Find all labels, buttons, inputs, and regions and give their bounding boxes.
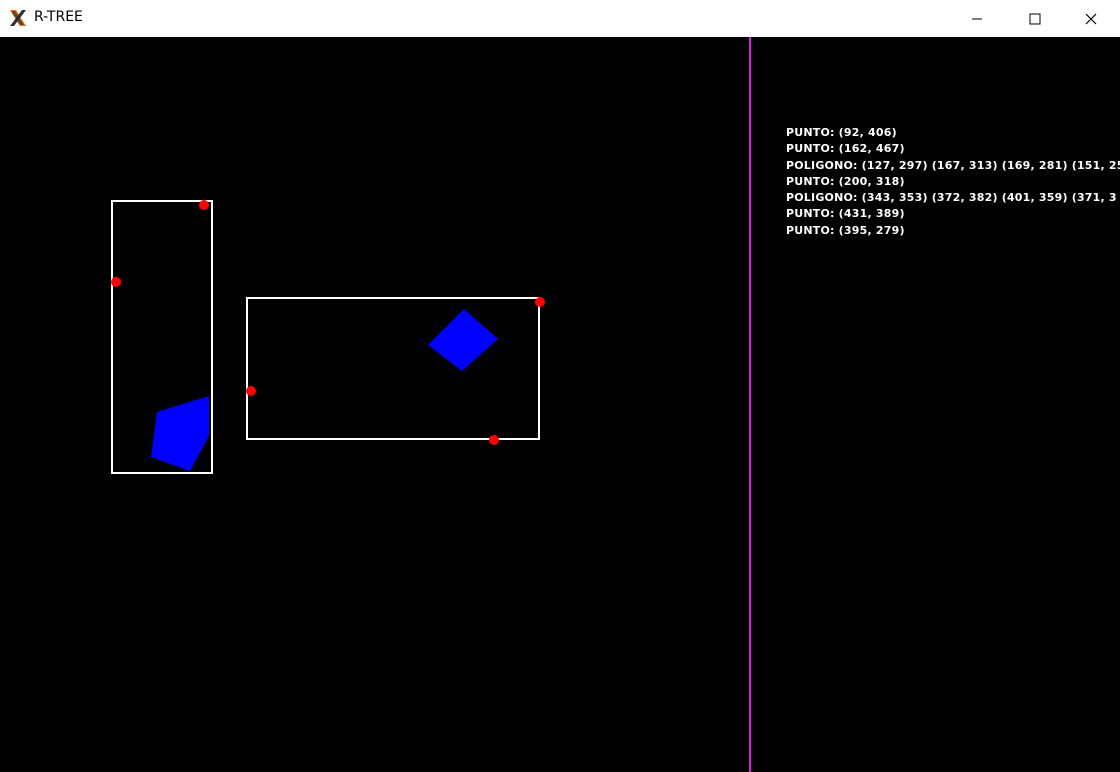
x-window-icon [8,8,28,28]
list-item: PUNTO: (200, 318) [786,174,905,188]
title-bar: R-TREE [0,0,1120,37]
point-marker [489,435,499,445]
window-title: R-TREE [34,9,83,25]
point-marker [246,386,256,396]
list-item: PUNTO: (431, 389) [786,207,905,221]
list-item: PUNTO: (395, 279) [786,223,905,237]
polygon-shape [151,396,209,471]
close-icon [1085,13,1097,24]
bounding-rect [246,297,540,440]
list-item: PUNTO: (162, 467) [786,142,905,156]
panel-divider [749,37,751,772]
point-marker [535,297,545,307]
maximize-button[interactable] [1012,0,1058,37]
list-item: PUNTO: (92, 406) [786,126,897,139]
point-marker [111,277,121,287]
minimize-icon [972,18,982,19]
point-marker [199,200,209,210]
minimize-button[interactable] [954,0,1000,37]
maximize-icon [1029,13,1041,24]
entries-list: PUNTO: (92, 406) PUNTO: (162, 467) POLIG… [786,125,1120,239]
polygon-shape [428,309,498,371]
list-item: POLIGONO: (343, 353) (372, 382) (401, 35… [786,191,1117,205]
close-button[interactable] [1068,0,1114,37]
list-item: POLIGONO: (127, 297) (167, 313) (169, 28… [786,158,1120,172]
